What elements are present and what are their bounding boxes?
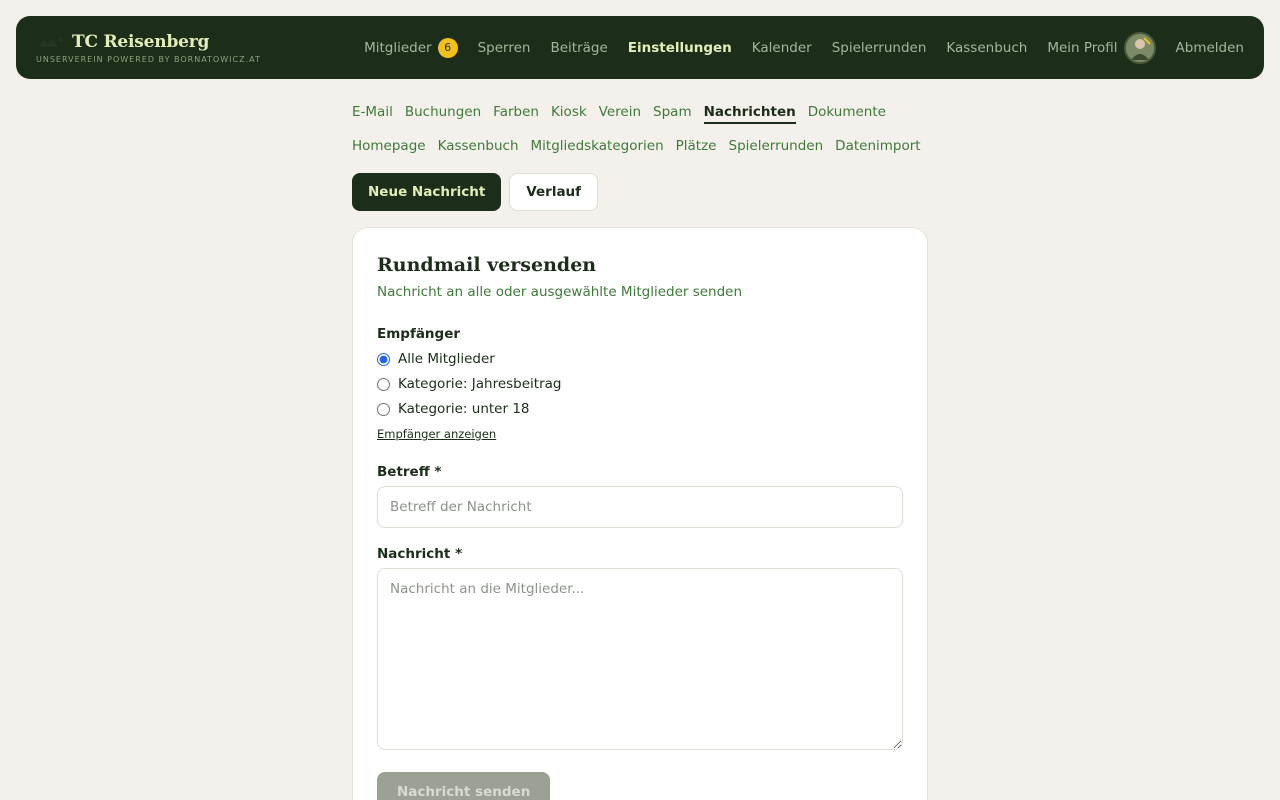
show-recipients-link[interactable]: Empfänger anzeigen — [377, 427, 496, 441]
tab-farben[interactable]: Farben — [493, 104, 539, 124]
recipient-radio-jahresbeitrag[interactable] — [377, 377, 390, 391]
recipient-radio-unter-18[interactable] — [377, 402, 390, 416]
member-count-badge: 6 — [437, 37, 458, 58]
brand-row: TC Reisenberg — [36, 32, 261, 52]
tab-mitgliedskategorien[interactable]: Mitgliedskategorien — [531, 138, 664, 156]
message-label: Nachricht * — [377, 546, 463, 562]
history-button[interactable]: Verlauf — [509, 173, 599, 211]
subject-label: Betreff * — [377, 464, 442, 480]
tab-verein[interactable]: Verein — [599, 104, 641, 124]
tab-datenimport[interactable]: Datenimport — [835, 138, 920, 156]
recipient-option-label: Kategorie: unter 18 — [398, 401, 530, 417]
tab-kiosk[interactable]: Kiosk — [551, 104, 587, 124]
nav-item-kalender[interactable]: Kalender — [752, 40, 812, 56]
nav-item-label: Mein Profil — [1047, 39, 1118, 56]
tab-kassenbuch[interactable]: Kassenbuch — [438, 138, 519, 156]
brand[interactable]: TC Reisenberg UNSERVEREIN POWERED BY BOR… — [36, 32, 261, 64]
settings-tabs-row-2: Homepage Kassenbuch Mitgliedskategorien … — [352, 138, 921, 156]
recipient-radio-all[interactable] — [377, 352, 390, 366]
brand-subtitle: UNSERVEREIN POWERED BY BORNATOWICZ.AT — [36, 54, 261, 64]
tab-buchungen[interactable]: Buchungen — [405, 104, 481, 124]
recipients-label: Empfänger — [377, 326, 461, 342]
tab-dokumente[interactable]: Dokumente — [808, 104, 886, 124]
nav-item-mitglieder[interactable]: Mitglieder 6 — [364, 37, 458, 58]
recipient-option-label: Kategorie: Jahresbeitrag — [398, 376, 562, 392]
send-message-button[interactable]: Nachricht senden — [377, 772, 551, 800]
recipient-option-label: Alle Mitglieder — [398, 351, 495, 367]
club-logo-icon — [38, 37, 63, 47]
nav-item-spielerrunden[interactable]: Spielerrunden — [832, 40, 927, 56]
recipient-option-unter-18[interactable]: Kategorie: unter 18 — [377, 401, 903, 417]
nav-item-mein-profil[interactable]: Mein Profil — [1047, 31, 1156, 64]
nav-item-einstellungen[interactable]: Einstellungen — [628, 40, 732, 56]
tab-nachrichten[interactable]: Nachrichten — [703, 104, 796, 124]
top-navigation-bar: TC Reisenberg UNSERVEREIN POWERED BY BOR… — [16, 16, 1264, 79]
message-mode-switch: Neue Nachricht Verlauf — [352, 173, 599, 211]
settings-tabs-row-1: E-Mail Buchungen Farben Kiosk Verein Spa… — [352, 104, 886, 124]
club-name: TC Reisenberg — [72, 31, 210, 52]
avatar-image-icon — [1125, 33, 1154, 62]
nav-item-abmelden[interactable]: Abmelden — [1176, 40, 1244, 56]
message-textarea[interactable] — [377, 568, 903, 750]
broadcast-mail-card: Rundmail versenden Nachricht an alle ode… — [352, 227, 928, 800]
tab-e-mail[interactable]: E-Mail — [352, 104, 393, 124]
tab-homepage[interactable]: Homepage — [352, 138, 426, 156]
nav-item-beitraege[interactable]: Beiträge — [550, 40, 607, 56]
nav-item-label: Mitglieder — [364, 39, 432, 56]
subject-input[interactable] — [377, 486, 903, 528]
recipient-option-all[interactable]: Alle Mitglieder — [377, 351, 903, 367]
nav-item-kassenbuch[interactable]: Kassenbuch — [946, 40, 1027, 56]
tab-spam[interactable]: Spam — [653, 104, 692, 124]
nav-item-sperren[interactable]: Sperren — [478, 40, 531, 56]
main-nav: Mitglieder 6 Sperren Beiträge Einstellun… — [364, 31, 1244, 64]
recipient-option-jahresbeitrag[interactable]: Kategorie: Jahresbeitrag — [377, 376, 903, 392]
avatar — [1123, 31, 1156, 64]
new-message-button[interactable]: Neue Nachricht — [352, 173, 502, 211]
card-title: Rundmail versenden — [377, 254, 597, 276]
tab-plaetze[interactable]: Plätze — [676, 138, 717, 156]
card-subtitle: Nachricht an alle oder ausgewählte Mitgl… — [377, 284, 743, 300]
tab-spielerrunden[interactable]: Spielerrunden — [729, 138, 824, 156]
